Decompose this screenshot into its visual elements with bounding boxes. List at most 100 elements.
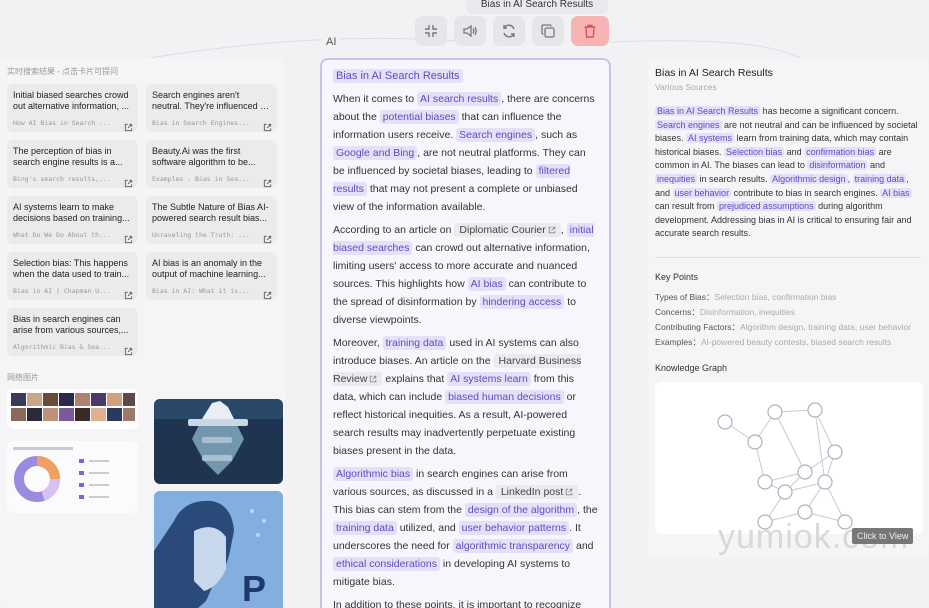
highlighted-term[interactable]: prejudiced assumptions <box>717 201 816 212</box>
answer-title-text[interactable]: Bias in AI Search Results <box>333 69 463 83</box>
highlighted-term[interactable]: training data <box>852 173 907 184</box>
highlighted-term[interactable]: user behavior <box>672 187 732 198</box>
trash-icon <box>584 24 596 38</box>
highlighted-term[interactable]: Google and Bing <box>333 146 418 160</box>
external-link-icon[interactable] <box>124 343 133 356</box>
answer-paragraph: Moreover, training data used in AI syste… <box>333 334 598 460</box>
highlighted-term[interactable]: AI search results <box>417 92 502 106</box>
card-title: The Subtle Nature of Bias AI-powered sea… <box>152 202 269 223</box>
key-point-label: Concerns： <box>655 306 700 317</box>
body-text: has become a significant concern. <box>760 106 899 116</box>
external-link-icon <box>367 373 377 385</box>
highlighted-term[interactable]: AI bias <box>880 187 912 198</box>
external-link-icon[interactable] <box>263 231 272 244</box>
knowledge-graph[interactable] <box>655 381 923 534</box>
card-source: Algorithmic Bias & Sea... <box>13 343 111 351</box>
source-citation[interactable]: Diplomatic Courier <box>454 223 561 237</box>
highlighted-term[interactable]: AI systems learn <box>447 372 531 386</box>
body-text: contribute to bias in search engines. <box>731 187 881 198</box>
key-points-list: Types of Bias：Selection bias, confirmati… <box>655 291 921 348</box>
key-point-value: Selection bias, confirmation bias <box>714 291 837 302</box>
node-title-tab: Bias in AI Search Results <box>466 0 608 14</box>
donut-chart-image[interactable] <box>7 441 138 513</box>
summary-text: Bias in AI Search Results has become a s… <box>655 105 921 241</box>
card-source: Bias in AI: What it is... <box>152 287 250 295</box>
copy-button[interactable] <box>532 16 564 46</box>
highlighted-term[interactable]: Algorithmic bias <box>333 467 414 481</box>
key-point-label: Contributing Factors： <box>655 321 741 332</box>
highlighted-term[interactable]: Search engines <box>456 128 536 142</box>
read-aloud-button[interactable] <box>454 16 486 46</box>
highlighted-term[interactable]: training data <box>382 336 447 350</box>
collapse-button[interactable] <box>415 16 447 46</box>
external-link-icon <box>563 486 573 498</box>
search-result-card[interactable]: Initial biased searches crowd out altern… <box>7 84 138 132</box>
highlighted-term[interactable]: AI systems <box>686 133 735 144</box>
body-text: , the <box>577 504 598 516</box>
highlighted-term[interactable]: hindering access <box>479 295 565 309</box>
body-text: Moreover, <box>333 337 383 349</box>
knowledge-graph-svg <box>717 402 853 530</box>
click-to-view-button[interactable]: Click to View <box>852 528 914 544</box>
highlighted-term[interactable]: confirmation bias <box>804 146 877 157</box>
highlighted-term[interactable]: potential biases <box>379 110 459 124</box>
highlighted-term[interactable]: inequities <box>655 173 698 184</box>
ai-answer-panel: Bias in AI Search Results When it comes … <box>320 58 611 608</box>
answer-paragraph: When it comes to AI search results, ther… <box>333 90 598 216</box>
card-title: Search engines aren't neutral. They're i… <box>152 90 270 111</box>
body-text: , <box>560 224 567 236</box>
search-result-card[interactable]: Selection bias: This happens when the da… <box>7 252 138 300</box>
search-result-card[interactable]: The perception of bias in search engine … <box>7 140 138 188</box>
delete-button[interactable] <box>571 16 609 46</box>
card-source: Examples - Bias in Sea... <box>152 175 250 183</box>
key-point-value: AI-powered beauty contests, biased searc… <box>700 336 892 347</box>
iceberg-image[interactable] <box>154 399 283 484</box>
key-point-row: Contributing Factors：Algorithm design, t… <box>655 321 921 333</box>
body-text: and <box>784 146 805 157</box>
external-link-icon[interactable] <box>263 119 272 132</box>
search-results-label: 实时搜索结果 - 点击卡片可提问 <box>7 67 119 76</box>
search-result-card[interactable]: AI systems learn to make decisions based… <box>7 196 138 244</box>
faces-grid-image[interactable] <box>7 389 138 429</box>
search-result-card[interactable]: Bias in search engines can arise from va… <box>7 308 138 356</box>
body-text: According to an article on <box>333 224 455 236</box>
external-link-icon[interactable] <box>263 287 272 300</box>
card-title: The perception of bias in search engine … <box>13 146 123 167</box>
highlighted-term[interactable]: training data <box>333 521 397 535</box>
highlighted-term[interactable]: Search engines <box>655 119 722 130</box>
external-link-icon[interactable] <box>124 231 133 244</box>
card-title: AI systems learn to make decisions based… <box>13 202 130 223</box>
highlighted-term[interactable]: design of the algorithm <box>464 503 578 517</box>
highlighted-term[interactable]: ethical considerations <box>333 557 440 571</box>
card-source: What Do We Do About th... <box>13 231 111 239</box>
external-link-icon <box>546 224 556 236</box>
card-source: Bias in Search Engines... <box>152 119 250 127</box>
external-link-icon[interactable] <box>124 287 133 300</box>
card-source: Bing's search results,... <box>13 175 111 183</box>
highlighted-term[interactable]: algorithmic transparency <box>452 539 574 553</box>
highlighted-term[interactable]: disinformation <box>807 160 868 171</box>
highlighted-term[interactable]: user behavior patterns <box>458 521 570 535</box>
highlighted-term[interactable]: AI bias <box>467 277 506 291</box>
robot-face-image[interactable]: P <box>154 491 283 608</box>
search-result-card[interactable]: AI bias is an anomaly in the output of m… <box>146 252 277 300</box>
external-link-icon[interactable] <box>124 119 133 132</box>
external-link-icon[interactable] <box>263 175 272 188</box>
regenerate-button[interactable] <box>493 16 525 46</box>
search-result-card[interactable]: Search engines aren't neutral. They're i… <box>146 84 277 132</box>
highlighted-term[interactable]: Selection bias <box>724 146 785 157</box>
key-point-value: Disinformation, inequities <box>699 306 795 317</box>
answer-paragraph: In addition to these points, it is impor… <box>333 596 598 608</box>
card-source: How AI Bias in Search ... <box>13 119 111 127</box>
body-text: that may not present a complete or unbia… <box>333 183 578 213</box>
source-citation[interactable]: LinkedIn post <box>495 485 579 499</box>
search-result-card[interactable]: The Subtle Nature of Bias AI-powered sea… <box>146 196 277 244</box>
source-citation-label: Diplomatic Courier <box>459 224 546 236</box>
highlighted-term[interactable]: Algorithmic design <box>770 173 848 184</box>
search-result-card[interactable]: Beauty.Ai was the first software algorit… <box>146 140 277 188</box>
highlighted-term[interactable]: Bias in AI Search Results <box>655 106 761 116</box>
search-results-panel: 实时搜索结果 - 点击卡片可提问 Initial biased searches… <box>0 58 285 608</box>
highlighted-term[interactable]: biased human decisions <box>445 390 564 404</box>
node-toolbar <box>415 16 609 46</box>
external-link-icon[interactable] <box>124 175 133 188</box>
